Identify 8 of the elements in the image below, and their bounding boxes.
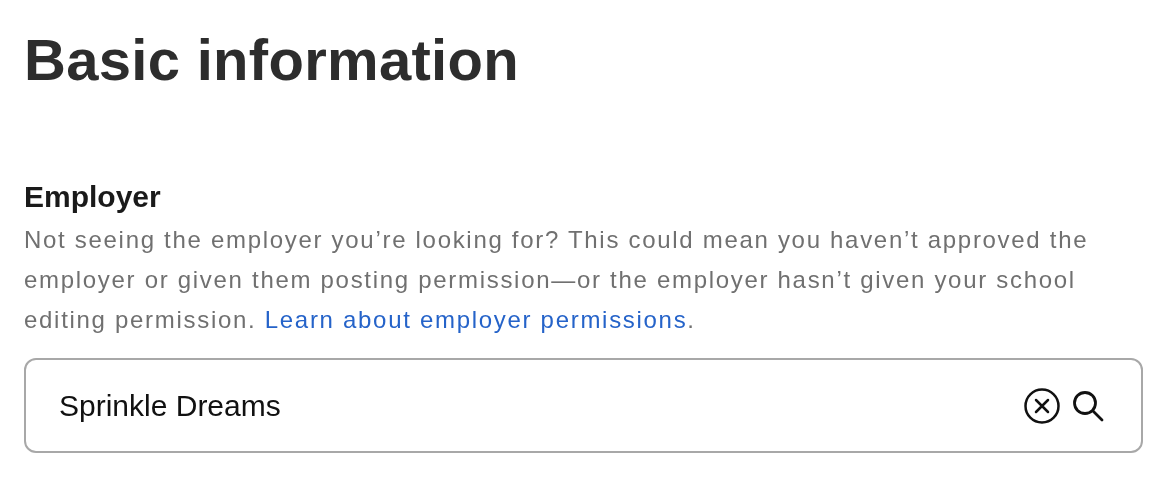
field-value: Sprinkle Dreams [59,388,282,424]
employer-search-field[interactable]: Sprinkle Dreams [24,358,1143,453]
field-label: Employer [24,180,162,214]
search-icon[interactable] [1071,388,1105,423]
help-text: Not seeing the employer you’re looking for? This could mean you haven’t approved the employer or given them posting permission—or the employer hasn’t given your school editing permission. Learn about employer permissions. [24,225,1090,335]
page-title: Basic information [24,26,520,94]
permissions-link[interactable]: Learn about employer permissions [264,306,688,333]
clear-icon[interactable] [1023,386,1061,425]
